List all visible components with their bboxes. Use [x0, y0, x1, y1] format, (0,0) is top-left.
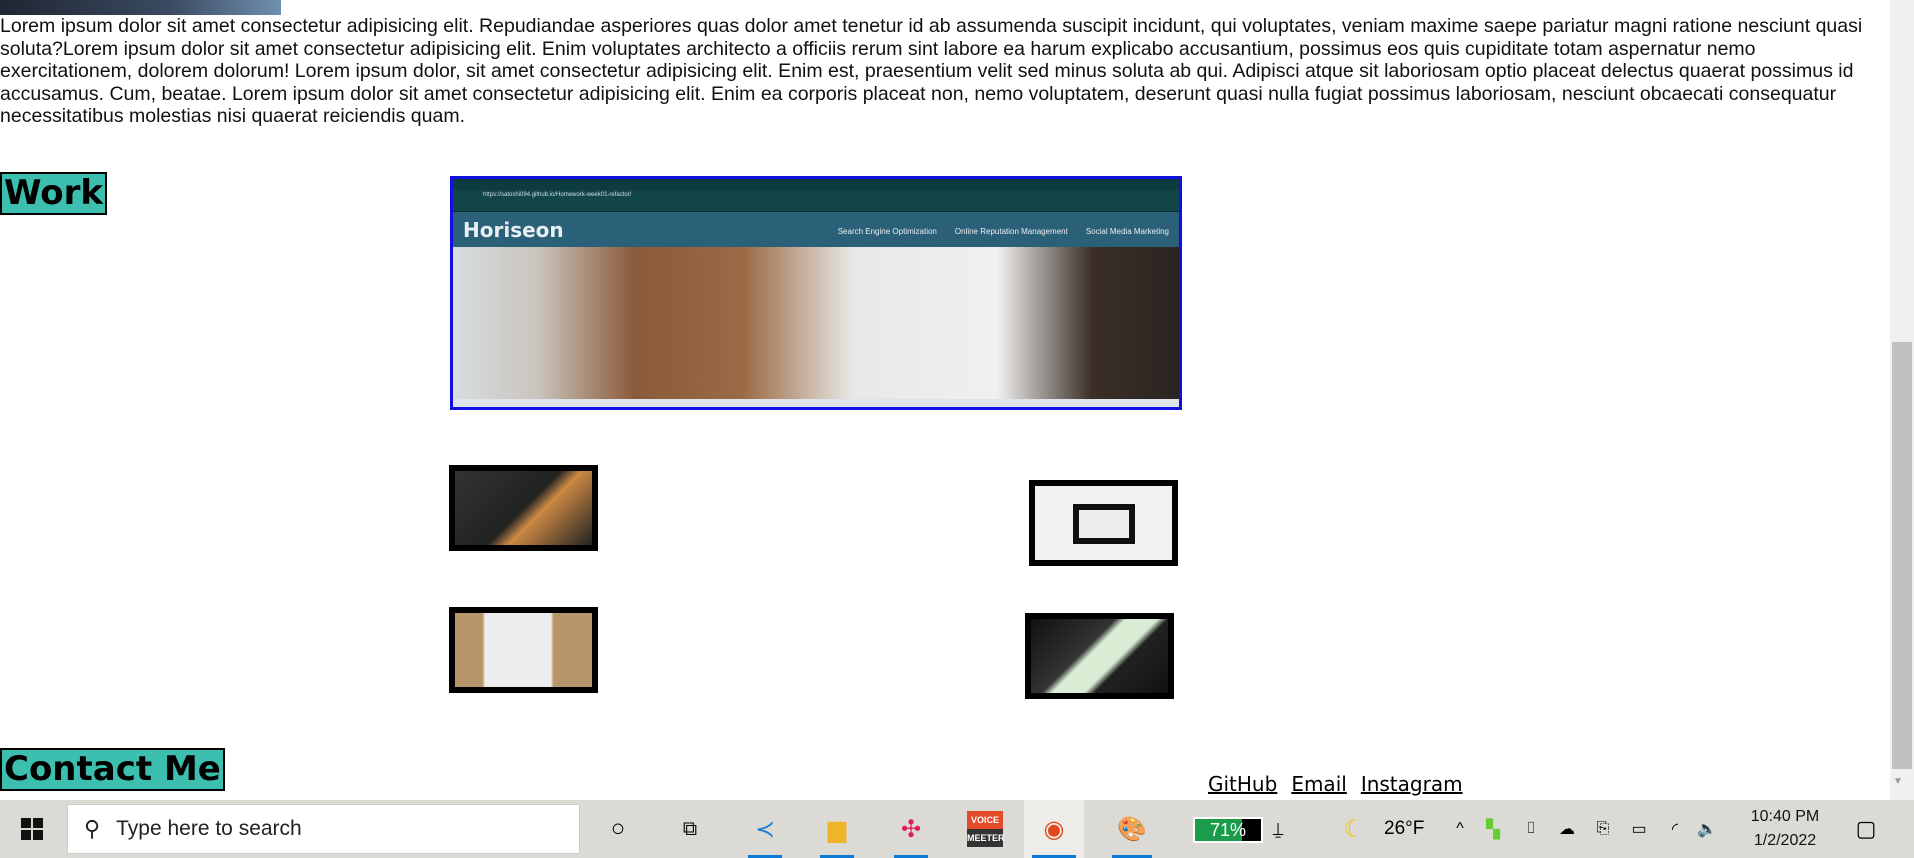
profile-sync-icon[interactable]: ⎘ [1590, 800, 1616, 858]
task-view-icon[interactable]: ⧉ [672, 800, 708, 858]
instagram-link[interactable]: Instagram [1361, 772, 1463, 796]
email-link[interactable]: Email [1291, 772, 1347, 796]
date: 1/2/2022 [1753, 832, 1817, 849]
taskbar: ⚲ Type here to search ○ ⧉ ≺ ▆ ✣ VOICE ME… [0, 800, 1914, 858]
screenshot-nav-item: Search Engine Optimization [837, 226, 937, 236]
scroll-down-arrow-icon[interactable]: ▼ [1893, 776, 1903, 787]
github-link[interactable]: GitHub [1208, 772, 1277, 796]
meet-now-icon[interactable]: ⌷ [1518, 800, 1544, 858]
work-heading: Work [0, 172, 108, 215]
profile-image [0, 0, 281, 15]
search-placeholder: Type here to search [116, 817, 302, 840]
windows-start-icon[interactable] [14, 800, 50, 858]
screenshot-brand: Horiseon [463, 217, 564, 242]
wifi-icon[interactable]: ◜ [1662, 800, 1688, 858]
about-paragraph: Lorem ipsum dolor sit amet consectetur a… [0, 15, 1863, 127]
weather-temperature[interactable]: 26°F [1384, 800, 1424, 858]
volume-icon[interactable]: 🔈 [1694, 800, 1720, 858]
file-explorer-icon[interactable]: ▆ [812, 800, 862, 858]
time: 10:40 PM [1750, 808, 1820, 825]
voicemeeter-icon[interactable]: VOICE MEETER [960, 800, 1010, 858]
mouse-icon: ⍊ [1272, 818, 1284, 839]
clock[interactable]: 10:40 PM 1/2/2022 [1745, 800, 1825, 858]
chrome-icon[interactable]: ◉ [1024, 800, 1084, 858]
project-thumbnail[interactable] [1029, 480, 1178, 566]
project-thumbnail[interactable] [449, 607, 598, 693]
scrollbar-thumb[interactable] [1892, 342, 1912, 769]
slack-icon[interactable]: ✣ [886, 800, 936, 858]
notification-icon[interactable]: ▢ [1846, 800, 1886, 858]
battery-meter[interactable]: 71% [1193, 817, 1263, 843]
team-photo [453, 247, 1179, 399]
weather-moon-icon[interactable]: ☾ [1336, 800, 1372, 858]
project-thumbnail[interactable] [1025, 613, 1174, 699]
project-screenshot-link[interactable]: https://satoshi094.github.io/Homework-we… [450, 176, 1182, 410]
screenshot-nav-item: Social Media Marketing [1085, 226, 1169, 236]
paint-icon[interactable]: 🎨 [1104, 800, 1160, 858]
screenshot-nav-item: Online Reputation Management [954, 226, 1068, 236]
contact-heading: Contact Me [0, 748, 225, 791]
vscode-icon[interactable]: ≺ [740, 800, 790, 858]
onedrive-cloud-icon[interactable]: ☁ [1554, 800, 1580, 858]
battery-icon[interactable]: ▭ [1626, 800, 1652, 858]
app-tray-icon[interactable]: ▚ [1480, 800, 1506, 858]
project-thumbnail[interactable] [449, 465, 598, 551]
taskbar-search-input[interactable]: ⚲ Type here to search [67, 804, 580, 854]
cortana-icon[interactable]: ○ [600, 800, 636, 858]
screenshot-url: https://satoshi094.github.io/Homework-we… [453, 190, 1179, 201]
show-hidden-icons-chevron-icon[interactable]: ^ [1448, 800, 1472, 858]
search-icon: ⚲ [84, 816, 101, 841]
